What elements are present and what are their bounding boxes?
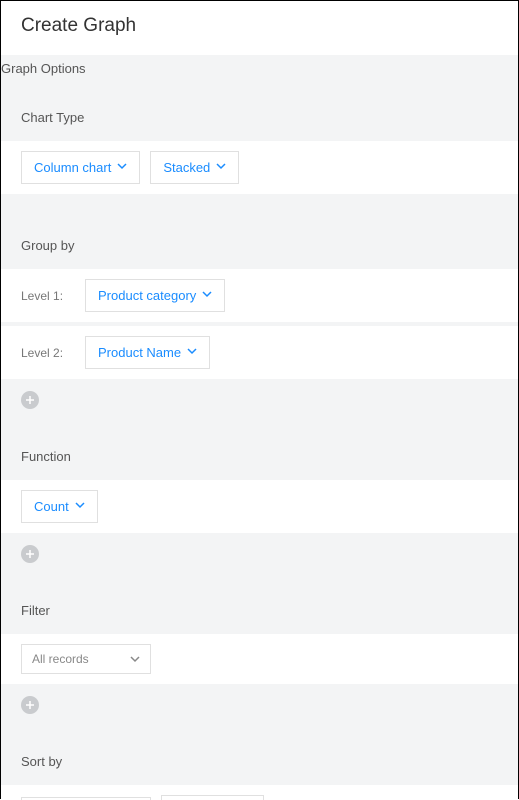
level2-dropdown[interactable]: Product Name <box>85 336 210 369</box>
dialog-title: Create Graph <box>21 15 498 37</box>
plus-icon <box>25 700 35 710</box>
sort-by-label: Sort by <box>21 754 498 769</box>
function-value: Count <box>34 499 69 514</box>
filter-value: All records <box>32 652 89 666</box>
level2-value: Product Name <box>98 345 181 360</box>
dialog-header: Create Graph <box>1 1 518 55</box>
filter-dropdown[interactable]: All records <box>21 644 151 674</box>
filter-row: All records <box>1 634 518 684</box>
graph-options-panel: Graph Options Chart Type Column chart St… <box>1 55 518 800</box>
level1-value: Product category <box>98 288 196 303</box>
sort-by-row: Level 2 Ascending <box>1 785 518 800</box>
chevron-down-icon <box>187 348 197 358</box>
chevron-down-icon <box>216 163 226 173</box>
chart-type-section: Chart Type Column chart Stacked <box>1 92 518 218</box>
graph-options-label: Graph Options <box>1 55 518 92</box>
sort-field-dropdown[interactable]: Level 2 <box>21 797 151 800</box>
function-section: Function Count <box>1 431 518 583</box>
level2-label: Level 2: <box>21 346 69 360</box>
stacking-value: Stacked <box>163 160 210 175</box>
add-function-button[interactable] <box>21 545 39 563</box>
stacking-dropdown[interactable]: Stacked <box>150 151 239 184</box>
chevron-down-icon <box>202 291 212 301</box>
chevron-down-icon <box>75 502 85 512</box>
group-by-level2-row: Level 2: Product Name <box>1 326 518 379</box>
chevron-down-icon <box>130 656 140 663</box>
group-by-section: Group by Level 1: Product category Level… <box>1 220 518 429</box>
chart-type-value: Column chart <box>34 160 111 175</box>
plus-icon <box>25 549 35 559</box>
function-dropdown[interactable]: Count <box>21 490 98 523</box>
level1-label: Level 1: <box>21 289 69 303</box>
sort-by-section: Sort by Level 2 Ascending <box>1 736 518 800</box>
chevron-down-icon <box>117 163 127 173</box>
filter-section: Filter All records <box>1 585 518 734</box>
chart-type-dropdown[interactable]: Column chart <box>21 151 140 184</box>
filter-label: Filter <box>21 603 498 618</box>
function-label: Function <box>21 449 498 464</box>
sort-order-dropdown[interactable]: Ascending <box>161 795 264 800</box>
function-row: Count <box>1 480 518 533</box>
chart-type-label: Chart Type <box>21 110 498 125</box>
group-by-level1-row: Level 1: Product category <box>1 269 518 322</box>
plus-icon <box>25 395 35 405</box>
chart-type-row: Column chart Stacked <box>1 141 518 194</box>
group-by-label: Group by <box>21 238 498 253</box>
level1-dropdown[interactable]: Product category <box>85 279 225 312</box>
add-filter-button[interactable] <box>21 696 39 714</box>
add-group-level-button[interactable] <box>21 391 39 409</box>
